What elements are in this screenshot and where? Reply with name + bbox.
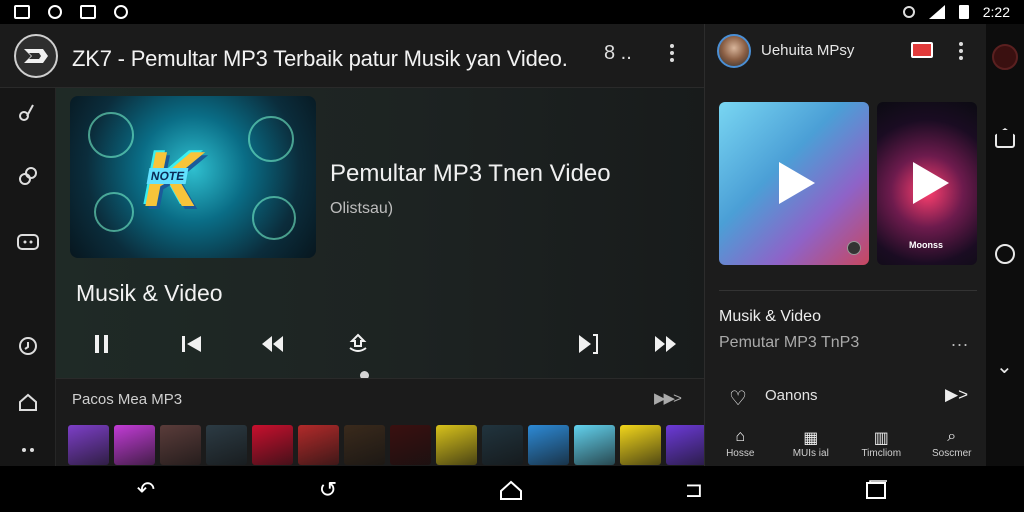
music-note-icon[interactable] bbox=[14, 98, 42, 126]
track-title: Pemultar MP3 Tnen Video bbox=[330, 160, 611, 187]
card-label: Moonss bbox=[909, 240, 944, 250]
album-art-word: NOTE bbox=[146, 168, 189, 184]
section-title: Musik & Video bbox=[719, 308, 821, 325]
back-triangle-icon[interactable] bbox=[995, 128, 1015, 148]
grid-icon: ▥ bbox=[873, 430, 889, 447]
more-vertical-icon[interactable] bbox=[668, 42, 676, 69]
skip-previous-button[interactable] bbox=[176, 328, 208, 360]
playlist-thumbnail[interactable] bbox=[344, 425, 385, 465]
playlist-thumbnail[interactable] bbox=[68, 425, 109, 465]
notification-badge-icon[interactable] bbox=[911, 42, 933, 58]
playlist-thumbnail[interactable] bbox=[252, 425, 293, 465]
playlist-title: Pacos Mea MP3 bbox=[72, 391, 183, 408]
playlist-thumbnail[interactable] bbox=[390, 425, 431, 465]
nav-search[interactable]: ⌕ Soscmer bbox=[920, 424, 984, 459]
shield-icon bbox=[114, 5, 128, 19]
more-horizontal-icon[interactable] bbox=[14, 436, 42, 464]
playlist-thumbnail[interactable] bbox=[528, 425, 569, 465]
album-art[interactable]: K NOTE bbox=[70, 96, 316, 258]
repeat-button[interactable] bbox=[342, 328, 374, 360]
undo-icon[interactable]: ↺ bbox=[314, 477, 342, 502]
record-icon[interactable] bbox=[992, 44, 1018, 70]
play-icon bbox=[779, 162, 815, 204]
system-side-bar: ⌄ bbox=[986, 24, 1024, 466]
gamepad-icon[interactable] bbox=[14, 228, 42, 256]
section-title: Musik & Video bbox=[76, 280, 223, 306]
favorites-label: Oanons bbox=[765, 387, 818, 404]
app-logo[interactable] bbox=[14, 34, 58, 78]
badge-icon bbox=[847, 241, 861, 255]
account-title: Uehuita MPsy bbox=[761, 42, 855, 59]
status-time: 2:22 bbox=[982, 4, 1010, 20]
system-nav-bar: ↶ ↺ ⊐ bbox=[0, 466, 1024, 512]
recents-icon[interactable]: ⊐ bbox=[680, 477, 708, 502]
chevron-down-icon[interactable]: ⌄ bbox=[996, 354, 1013, 379]
notification-icon bbox=[14, 5, 30, 19]
right-panel: Uehuita MPsy Moonss Musik & Video Pemuta… bbox=[704, 24, 986, 466]
timer-icon[interactable] bbox=[14, 332, 42, 360]
playlist-thumbnail[interactable] bbox=[436, 425, 477, 465]
home-icon[interactable] bbox=[497, 478, 525, 502]
back-icon[interactable]: ↶ bbox=[132, 477, 160, 502]
nav-grid[interactable]: ▥ Timcliom bbox=[849, 424, 913, 459]
play-next-icon[interactable]: ▶> bbox=[945, 385, 968, 405]
playlist-thumbnail[interactable] bbox=[482, 425, 523, 465]
home-circle-icon[interactable] bbox=[995, 244, 1015, 264]
playlist-thumbnail[interactable] bbox=[114, 425, 155, 465]
app-header: ZK7 - Pemultar MP3 Terbaik patur Musik y… bbox=[0, 24, 704, 88]
featured-card-music[interactable]: Moonss bbox=[877, 102, 977, 265]
cast-button[interactable]: 8 .. bbox=[604, 42, 632, 65]
now-playing-panel: K NOTE Pemultar MP3 Tnen Video Olistsau)… bbox=[56, 88, 704, 380]
left-rail bbox=[0, 24, 56, 466]
overview-icon[interactable] bbox=[862, 478, 890, 502]
playlist-thumbnails bbox=[68, 425, 707, 465]
more-horizontal-icon[interactable]: ... bbox=[951, 330, 969, 351]
heart-icon: ♡ bbox=[729, 388, 747, 410]
favorites-row[interactable]: ♡ Oanons ▶> bbox=[719, 384, 977, 410]
nav-home-label: Hosse bbox=[726, 448, 755, 459]
signal-icon bbox=[928, 5, 945, 19]
battery-icon bbox=[958, 5, 969, 19]
bottom-nav: ⌂ Hosse ▦ MUIs ial ▥ Timcliom ⌕ Soscmer bbox=[705, 424, 987, 466]
alarm-icon bbox=[902, 6, 915, 18]
home-icon: ⌂ bbox=[735, 428, 746, 445]
featured-card-video[interactable] bbox=[719, 102, 869, 265]
playlist-thumbnail[interactable] bbox=[206, 425, 247, 465]
play-icon bbox=[913, 162, 949, 204]
nav-library-label: MUIs ial bbox=[792, 448, 829, 459]
nav-grid-label: Timcliom bbox=[861, 448, 902, 459]
link-icon[interactable] bbox=[14, 162, 42, 190]
status-bar: 2:22 bbox=[0, 0, 1024, 24]
rewind-button[interactable] bbox=[256, 328, 288, 360]
playlist-thumbnail[interactable] bbox=[666, 425, 707, 465]
playlist-thumbnail[interactable] bbox=[160, 425, 201, 465]
image-notification-icon bbox=[80, 5, 96, 19]
playlist-thumbnail[interactable] bbox=[620, 425, 661, 465]
playlist-strip: Pacos Mea MP3 ▶▶> bbox=[56, 378, 707, 466]
nav-search-label: Soscmer bbox=[932, 448, 972, 459]
home-icon[interactable] bbox=[14, 388, 42, 416]
search-icon: ⌕ bbox=[947, 428, 957, 445]
skip-next-button[interactable] bbox=[572, 328, 604, 360]
nav-home[interactable]: ⌂ Hosse bbox=[708, 424, 772, 459]
nav-library[interactable]: ▦ MUIs ial bbox=[779, 424, 843, 459]
playlist-thumbnail[interactable] bbox=[574, 425, 615, 465]
pause-button[interactable] bbox=[86, 328, 118, 360]
library-icon: ▦ bbox=[803, 430, 819, 447]
section-subtitle: Pemutar MP3 TnP3 bbox=[719, 334, 860, 351]
avatar[interactable] bbox=[717, 34, 751, 68]
playlist-thumbnail[interactable] bbox=[298, 425, 339, 465]
more-vertical-icon[interactable] bbox=[957, 40, 965, 67]
playlist-more-icon[interactable]: ▶▶> bbox=[654, 389, 682, 407]
divider bbox=[719, 290, 977, 291]
app-notification-icon bbox=[48, 5, 62, 19]
fast-forward-button[interactable] bbox=[650, 328, 682, 360]
page-title: ZK7 - Pemultar MP3 Terbaik patur Musik y… bbox=[72, 46, 568, 71]
track-subtitle: Olistsau) bbox=[330, 200, 394, 217]
